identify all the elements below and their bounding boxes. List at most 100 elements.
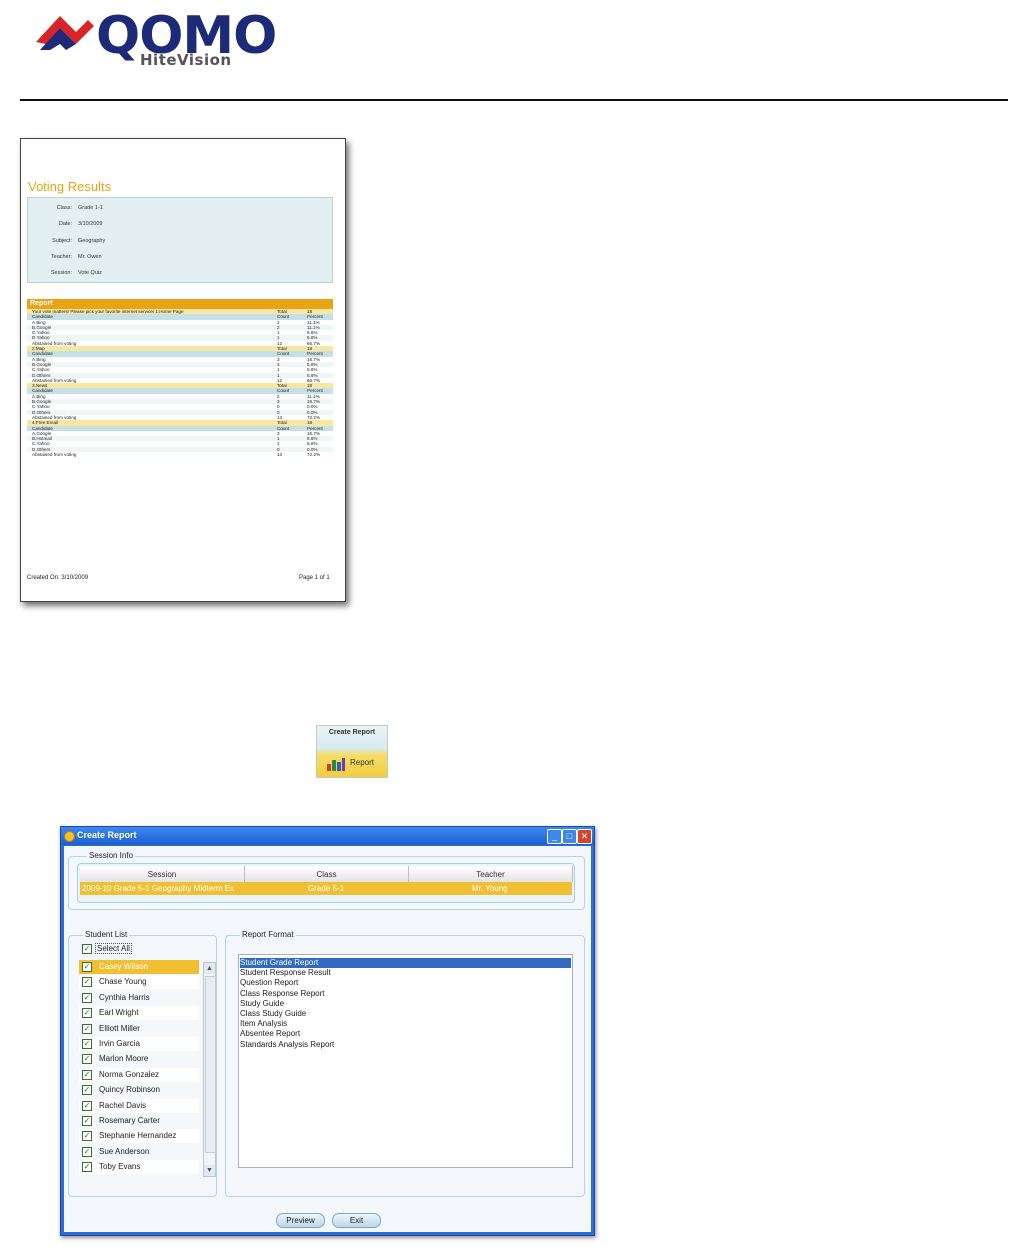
create-report-dialog: Create Report _ □ ✕ Session Info Session… — [60, 826, 595, 1236]
student-checkbox[interactable]: ✓ — [82, 1054, 92, 1065]
student-item[interactable]: ✓ Stephanie Hernandez — [79, 1129, 199, 1144]
dialog-body: Session Info Session Class Teacher 2009-… — [64, 846, 591, 1232]
student-checkbox[interactable]: ✓ — [82, 1116, 92, 1126]
student-list-group: Student List ✓ Select All ✓ Casey Wilson ✓… — [68, 930, 217, 1197]
format-item[interactable]: Item Analysis — [240, 1019, 571, 1029]
format-item[interactable]: Standards Analysis Report — [240, 1040, 571, 1050]
result-row: Abstained from voting 13 72.2% — [27, 452, 333, 458]
student-name: Earl Wright — [99, 1008, 139, 1018]
student-item[interactable]: ✓ Rosemary Carter — [79, 1114, 199, 1128]
header-rule — [20, 99, 1008, 101]
info-label: Session: — [50, 270, 72, 276]
student-item[interactable]: ✓ Elliott Miller — [79, 1022, 199, 1036]
info-value: Geography — [78, 238, 106, 244]
format-item[interactable]: Class Response Report — [240, 989, 571, 999]
student-checkbox[interactable]: ✓ — [82, 1008, 92, 1019]
report-format-group: Report Format Student Grade Report Studen… — [225, 930, 585, 1197]
student-checkbox[interactable]: ✓ — [82, 1023, 92, 1034]
student-name: Cynthia Harris — [99, 992, 150, 1002]
format-item[interactable]: Question Report — [240, 978, 571, 988]
student-checkbox[interactable]: ✓ — [82, 1069, 92, 1080]
student-name: Sue Anderson — [99, 1146, 150, 1156]
report-format-label: Report Format — [240, 930, 296, 939]
student-name: Marlon Moore — [99, 1054, 149, 1064]
student-item[interactable]: ✓ Irvin Garcia — [79, 1037, 199, 1051]
student-item[interactable]: ✓ Cynthia Harris — [79, 991, 199, 1005]
info-label: Teacher: — [50, 254, 72, 260]
report-format-list[interactable]: Student Grade Report Student Response Res… — [238, 954, 573, 1168]
student-item[interactable]: ✓ Sue Anderson — [79, 1145, 199, 1159]
student-checkbox[interactable]: ✓ — [82, 1100, 92, 1111]
row-label: Abstained from voting — [32, 452, 77, 458]
student-item[interactable]: ✓ Casey Wilson — [79, 960, 199, 974]
student-name: Chase Young — [99, 977, 147, 987]
info-value: 3/10/2009 — [78, 221, 103, 227]
report-table: Report Your vote matters! Please pick yo… — [27, 299, 333, 523]
session-header[interactable]: Session — [80, 866, 245, 882]
maximize-icon[interactable]: □ — [562, 829, 577, 844]
create-report-button-title: Create Report — [328, 729, 376, 736]
app-icon — [64, 831, 75, 842]
report-page-number: Page 1 of 1 — [299, 575, 330, 581]
student-checkbox[interactable]: ✓ — [82, 1131, 92, 1142]
select-all-checkbox[interactable]: ✓ — [82, 944, 92, 954]
class-header[interactable]: Class — [245, 866, 409, 882]
create-report-button[interactable]: Create Report Report — [316, 725, 388, 778]
session-row[interactable]: 2009-10 Grade 5-1 Geography Midterm Ex G… — [80, 882, 572, 895]
create-report-button-label: Report — [350, 758, 375, 767]
student-list-scrollbar[interactable]: ▲ ▼ — [203, 962, 216, 1177]
student-item[interactable]: ✓ Chase Young — [79, 975, 199, 990]
report-rows: Your vote matters! Please pick your favo… — [27, 309, 333, 458]
scroll-up-icon[interactable]: ▲ — [204, 963, 215, 974]
format-item[interactable]: Absentee Report — [240, 1029, 571, 1039]
preview-button[interactable]: Preview — [276, 1213, 325, 1228]
exit-button[interactable]: Exit — [332, 1213, 381, 1228]
student-name: Stephanie Hernandez — [99, 1131, 177, 1141]
student-item[interactable]: ✓ Rachel Davis — [79, 1098, 199, 1113]
info-label: Subject: — [52, 238, 72, 244]
format-item[interactable]: Class Study Guide — [240, 1009, 571, 1019]
session-info-group: Session Info Session Class Teacher 2009-… — [68, 851, 585, 910]
select-all-label[interactable]: Select All — [95, 943, 132, 954]
info-value: Mr. Owen — [78, 254, 102, 260]
student-checkbox[interactable]: ✓ — [82, 977, 92, 988]
format-item[interactable]: Student Grade Report — [240, 958, 571, 968]
info-value: Grade 1-1 — [78, 205, 103, 211]
row-count: 13 — [277, 452, 283, 458]
format-item[interactable]: Student Response Result — [240, 968, 571, 978]
student-name: Irvin Garcia — [99, 1039, 140, 1048]
student-name: Elliott Miller — [99, 1023, 140, 1033]
bar-chart-icon — [327, 758, 345, 771]
student-name: Rosemary Carter — [99, 1116, 160, 1125]
student-item[interactable]: ✓ Quincy Robinson — [79, 1083, 199, 1097]
student-checkbox[interactable]: ✓ — [82, 962, 92, 972]
student-checkbox[interactable]: ✓ — [82, 1146, 92, 1157]
student-item[interactable]: ✓ Toby Evans — [79, 1160, 199, 1175]
qomo-logo: QOMO HiteVision — [36, 6, 277, 74]
report-preview-page: Voting Results Class: Grade 1-1 Date: 3/… — [20, 138, 346, 602]
close-icon[interactable]: ✕ — [577, 829, 592, 844]
class-cell: Grade 5-1 — [308, 884, 345, 893]
student-name: Casey Wilson — [99, 962, 148, 971]
scroll-thumb[interactable] — [205, 976, 216, 1153]
info-label: Class: — [56, 205, 72, 211]
logo-submark: HiteVision — [140, 51, 232, 69]
minimize-icon[interactable]: _ — [547, 829, 562, 844]
student-checkbox[interactable]: ✓ — [82, 992, 92, 1003]
student-item[interactable]: ✓ Earl Wright — [79, 1006, 199, 1021]
student-name: Quincy Robinson — [99, 1085, 160, 1095]
scroll-down-icon[interactable]: ▼ — [204, 1165, 215, 1176]
dialog-titlebar[interactable]: Create Report _ □ ✕ — [61, 827, 594, 845]
student-checkbox[interactable]: ✓ — [82, 1085, 92, 1096]
report-created-on: Created On: 3/10/2009 — [27, 575, 89, 581]
student-item[interactable]: ✓ Norma Gonzalez — [79, 1067, 199, 1082]
student-checkbox[interactable]: ✓ — [82, 1162, 92, 1173]
dialog-title: Create Report — [77, 830, 137, 840]
info-label: Date: — [58, 221, 72, 227]
session-info-label: Session Info — [87, 851, 136, 860]
format-item[interactable]: Study Guide — [240, 999, 571, 1009]
student-item[interactable]: ✓ Marlon Moore — [79, 1052, 199, 1066]
student-checkbox[interactable]: ✓ — [82, 1039, 92, 1049]
teacher-header[interactable]: Teacher — [409, 866, 573, 882]
info-value: Vote Quiz — [78, 270, 102, 276]
